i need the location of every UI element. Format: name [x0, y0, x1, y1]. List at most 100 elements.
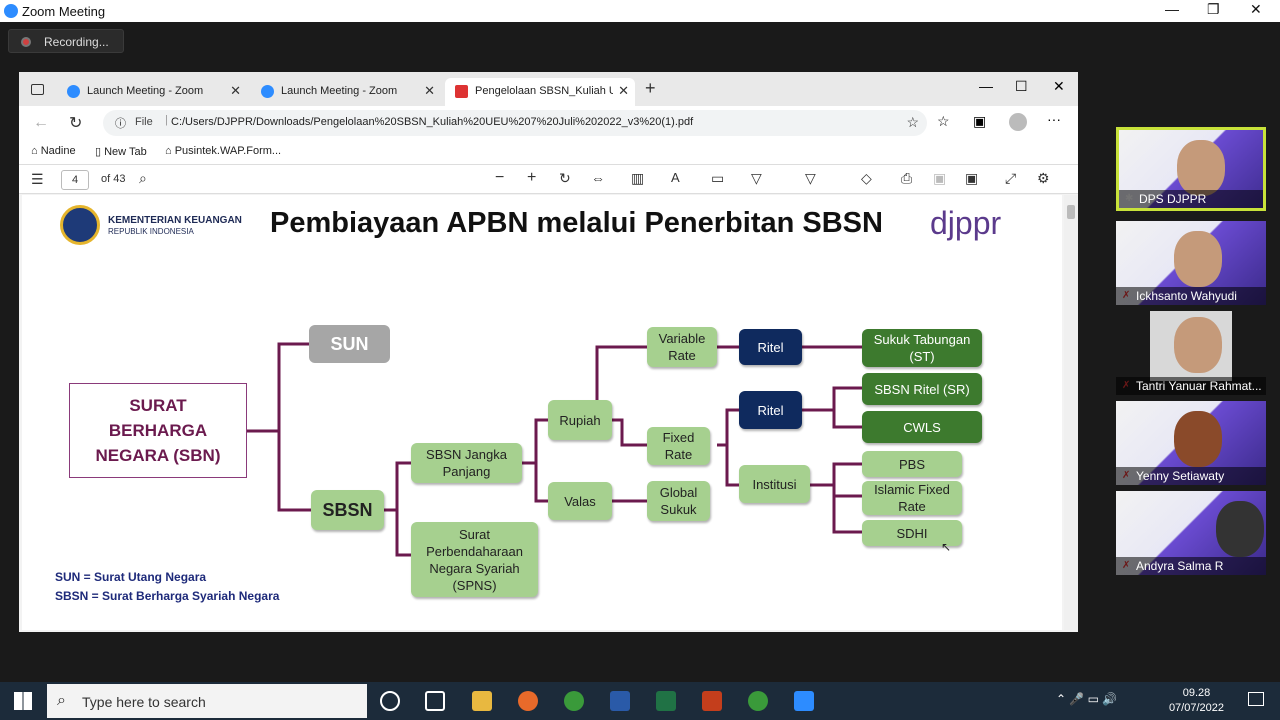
page-number-input[interactable]: 4 — [61, 170, 89, 190]
notification-icon[interactable] — [1248, 692, 1264, 706]
node-ritel-variable: Ritel — [739, 329, 802, 365]
bookmark-pusintek[interactable]: ⌂ Pusintek.WAP.Form... — [165, 145, 281, 157]
chrome-icon[interactable] — [564, 691, 584, 711]
minimize-icon[interactable]: — — [979, 78, 993, 94]
search-icon[interactable]: ⌕ — [139, 170, 147, 187]
address-bar: ← ↻ ⓘ File | C:/Users/DJPPR/Downloads/Pe… — [19, 106, 1078, 140]
zoom-out-icon[interactable]: − — [495, 169, 504, 187]
tab-pdf[interactable]: Pengelolaan SBSN_Kuliah UEU 7 ✕ — [445, 78, 635, 106]
excel-icon[interactable] — [656, 691, 676, 711]
tray-icons[interactable]: ⌃ 🎤 ▭ 🔊 — [1056, 692, 1117, 706]
rotate-icon[interactable]: ↻ — [559, 170, 571, 187]
bookmark-nadine[interactable]: ⌂ Nadine — [31, 145, 76, 157]
text-icon[interactable]: ▭ — [711, 170, 724, 187]
bookmarks-bar: ⌂ Nadine ▯ New Tab ⌂ Pusintek.WAP.Form..… — [19, 140, 1078, 164]
fit-icon[interactable]: ⇔ — [591, 170, 605, 186]
pdf-toolbar: ☰ 4 of 43 ⌕ − + ↻ ⇔ ▥ A ▭ ▽ ▽ ◇ ⎙ ▣ ▣ ⤢ … — [19, 164, 1078, 194]
zoom-taskbar-icon[interactable] — [794, 691, 814, 711]
participant-tile[interactable]: ✗Yenny Setiawaty — [1116, 401, 1266, 485]
powerpoint-icon[interactable] — [702, 691, 722, 711]
close-tab-icon[interactable]: ✕ — [230, 83, 241, 99]
tab-label: Launch Meeting - Zoom — [87, 85, 204, 97]
more-icon[interactable]: ··· — [1047, 111, 1061, 127]
participant-tile[interactable]: ✱DPS DJPPR — [1116, 127, 1266, 211]
node-sbsn: SBSN — [311, 490, 384, 530]
url-text: C:/Users/DJPPR/Downloads/Pengelolaan%20S… — [171, 116, 694, 128]
new-tab-icon[interactable]: + — [645, 78, 656, 99]
chrome-profile-icon[interactable] — [748, 691, 768, 711]
close-icon[interactable]: ✕ — [1053, 78, 1065, 95]
eraser-icon[interactable]: ◇ — [861, 170, 872, 187]
zoom-in-icon[interactable]: + — [527, 169, 536, 187]
video-feed — [1174, 411, 1222, 467]
tab-zoom-1[interactable]: Launch Meeting - Zoom ✕ — [57, 78, 247, 106]
node-jangka-panjang: SBSN Jangka Panjang — [411, 443, 522, 483]
node-pbs: PBS — [862, 451, 962, 477]
back-icon[interactable]: ← — [33, 114, 49, 132]
maximize-icon[interactable]: ☐ — [1015, 78, 1028, 95]
start-icon[interactable] — [14, 692, 32, 710]
browser-window: Launch Meeting - Zoom ✕ Launch Meeting - … — [19, 72, 1078, 632]
page-view-icon[interactable]: ▥ — [631, 170, 644, 187]
participant-tile[interactable]: ✗Tantri Yanuar Rahmat... — [1116, 311, 1266, 395]
node-sun: SUN — [309, 325, 390, 363]
video-feed — [1177, 140, 1225, 196]
clock-date: 07/07/2022 — [1168, 702, 1224, 714]
windows-taskbar: ⌕ Type here to search ⌃ 🎤 ▭ 🔊 09.28 07/07/… — [0, 682, 1280, 720]
mouse-cursor-icon: ↖ — [941, 540, 952, 554]
highlight-icon[interactable]: ▽ — [805, 170, 816, 187]
close-tab-icon[interactable]: ✕ — [618, 83, 629, 99]
window-title: Zoom Meeting — [22, 4, 106, 19]
minimize-icon[interactable]: — — [1165, 1, 1179, 17]
recording-indicator[interactable]: Recording... — [8, 29, 124, 53]
task-view-icon[interactable] — [425, 691, 445, 711]
clock-time: 09.28 — [1182, 687, 1211, 699]
favorites-icon[interactable]: ☆ — [937, 113, 950, 130]
pdf-page: KEMENTERIAN KEUANGAN REPUBLIK INDONESIA … — [22, 195, 1062, 630]
print-icon[interactable]: ⎙ — [901, 170, 912, 187]
participant-name: Yenny Setiawaty — [1116, 467, 1266, 485]
save-as-icon[interactable]: ▣ — [965, 170, 978, 187]
participant-name: Ickhsanto Wahyudi — [1116, 287, 1266, 305]
clock[interactable]: 09.28 07/07/2022 — [1169, 686, 1224, 716]
restore-icon[interactable]: ❐ — [1207, 1, 1220, 18]
tab-label: Launch Meeting - Zoom — [281, 85, 398, 97]
tab-zoom-2[interactable]: Launch Meeting - Zoom ✕ — [251, 78, 441, 106]
url-field[interactable]: ⓘ File | C:/Users/DJPPR/Downloads/Pengel… — [103, 110, 927, 136]
zoom-icon — [261, 85, 274, 98]
node-ritel-fixed: Ritel — [739, 391, 802, 429]
draw-icon[interactable]: ▽ — [751, 170, 762, 187]
record-icon — [21, 37, 31, 47]
cortana-icon[interactable] — [380, 691, 400, 711]
save-icon[interactable]: ▣ — [933, 170, 946, 187]
file-explorer-icon[interactable] — [472, 691, 492, 711]
pdf-scrollbar[interactable] — [1064, 195, 1078, 630]
participant-tile[interactable]: ✗Andyra Salma R — [1116, 491, 1266, 575]
node-cwls: CWLS — [862, 411, 982, 443]
tab-actions-icon[interactable] — [31, 84, 44, 95]
close-tab-icon[interactable]: ✕ — [424, 83, 435, 99]
pdf-icon — [455, 85, 468, 98]
close-icon[interactable]: ✕ — [1250, 1, 1262, 18]
word-icon[interactable] — [610, 691, 630, 711]
participant-tile[interactable]: ✗Ickhsanto Wahyudi — [1116, 221, 1266, 305]
legend-sbsn: SBSN = Surat Berharga Syariah Negara — [55, 589, 280, 603]
firefox-icon[interactable] — [518, 691, 538, 711]
settings-icon[interactable]: ⚙ — [1037, 170, 1050, 187]
favorite-icon[interactable]: ☆ — [906, 114, 919, 131]
node-global-sukuk: Global Sukuk — [647, 481, 710, 521]
node-sukuk-tabungan: Sukuk Tabungan (ST) — [862, 329, 982, 367]
participant-name: DPS DJPPR — [1119, 190, 1263, 208]
collections-icon[interactable]: ▣ — [973, 113, 986, 130]
refresh-icon[interactable]: ↻ — [69, 113, 82, 133]
video-feed — [1174, 317, 1222, 373]
read-aloud-icon[interactable]: A — [671, 170, 680, 185]
profile-avatar[interactable] — [1009, 113, 1027, 131]
bookmark-new-tab[interactable]: ▯ New Tab — [95, 145, 147, 158]
contents-icon[interactable]: ☰ — [31, 171, 44, 188]
scroll-thumb[interactable] — [1067, 205, 1075, 219]
recording-label: Recording... — [44, 35, 109, 49]
taskbar-search[interactable]: ⌕ Type here to search — [47, 684, 367, 718]
fullscreen-icon[interactable]: ⤢ — [1005, 170, 1016, 187]
tab-label: Pengelolaan SBSN_Kuliah UEU 7 — [475, 85, 613, 97]
